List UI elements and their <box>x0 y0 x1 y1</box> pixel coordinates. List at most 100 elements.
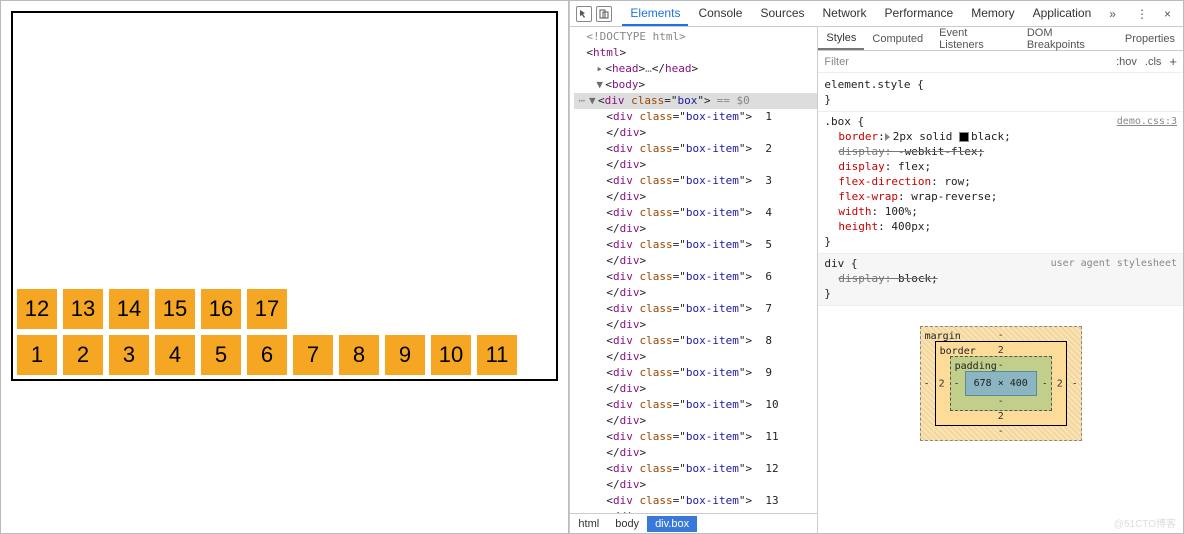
styles-tab-event-listeners[interactable]: Event Listeners <box>931 23 1019 55</box>
dom-node[interactable]: <div class="box-item"> 2 <box>574 141 817 157</box>
rule-box: demo.css:3 .box { border:2px solid black… <box>818 112 1183 254</box>
close-brace: } <box>824 234 1177 249</box>
box-item: 14 <box>109 289 149 329</box>
styles-tab-properties[interactable]: Properties <box>1117 29 1183 49</box>
prop-display-webkit[interactable]: display: -webkit-flex; <box>824 144 1177 159</box>
dom-node[interactable]: </div> <box>574 221 817 237</box>
box-item: 16 <box>201 289 241 329</box>
hov-toggle[interactable]: :hov <box>1116 56 1137 68</box>
bm-padding-bottom: - <box>998 394 1004 409</box>
box-item: 5 <box>201 335 241 375</box>
rule-user-agent: user agent stylesheet div { display: blo… <box>818 254 1183 306</box>
prop-width[interactable]: width: 100%; <box>824 204 1177 219</box>
prop-display[interactable]: display: flex; <box>824 159 1177 174</box>
dom-tree[interactable]: <!DOCTYPE html><html>▸<head>…</head>▼<bo… <box>570 27 817 513</box>
dom-node[interactable]: </div> <box>574 317 817 333</box>
dom-node[interactable]: <div class="box-item"> 4 <box>574 205 817 221</box>
box-item: 6 <box>247 335 287 375</box>
close-brace: } <box>824 286 1177 301</box>
dom-node[interactable]: <div class="box-item"> 3 <box>574 173 817 189</box>
tabs-overflow-icon[interactable]: » <box>1103 7 1122 21</box>
menu-icon[interactable]: ⋮ <box>1130 7 1154 21</box>
tab-elements[interactable]: Elements <box>622 2 688 26</box>
box-item: 17 <box>247 289 287 329</box>
close-icon[interactable]: × <box>1158 7 1177 21</box>
dom-node[interactable]: <div class="box-item"> 13 <box>574 493 817 509</box>
tab-sources[interactable]: Sources <box>752 2 812 26</box>
dom-node[interactable]: </div> <box>574 413 817 429</box>
new-rule-button[interactable]: + <box>1169 54 1177 69</box>
watermark: @51CTO博客 <box>1114 515 1176 530</box>
dom-node[interactable]: ▸<head>…</head> <box>574 61 817 77</box>
dom-node[interactable]: </div> <box>574 253 817 269</box>
styles-tab-bar: StylesComputedEvent ListenersDOM Breakpo… <box>818 27 1183 51</box>
dom-node[interactable]: <div class="box-item"> 1 <box>574 109 817 125</box>
dom-node[interactable]: <div class="box-item"> 9 <box>574 365 817 381</box>
prop-flex-wrap[interactable]: flex-wrap: wrap-reverse; <box>824 189 1177 204</box>
prop-height[interactable]: height: 400px; <box>824 219 1177 234</box>
box-item: 4 <box>155 335 195 375</box>
bm-content-size: 678 × 400 <box>965 371 1037 396</box>
dom-node[interactable]: </div> <box>574 285 817 301</box>
rule-element-style: element.style { } <box>818 75 1183 112</box>
box-item: 10 <box>431 335 471 375</box>
bm-border-bottom: 2 <box>998 409 1004 424</box>
dom-node[interactable]: <div class="box-item"> 6 <box>574 269 817 285</box>
dom-node[interactable]: <div class="box-item"> 12 <box>574 461 817 477</box>
dom-node[interactable]: </div> <box>574 189 817 205</box>
box-item: 2 <box>63 335 103 375</box>
dom-node[interactable]: </div> <box>574 349 817 365</box>
selector-element-style: element.style { <box>824 77 1177 92</box>
bm-border-left: 2 <box>939 376 945 391</box>
rule-origin-ua: user agent stylesheet <box>1051 256 1177 271</box>
crumb-body[interactable]: body <box>607 516 647 532</box>
dom-node[interactable]: <div class="box-item"> 5 <box>574 237 817 253</box>
bm-margin-bottom: - <box>998 424 1004 439</box>
styles-tab-styles[interactable]: Styles <box>818 28 864 50</box>
dom-node[interactable]: <div class="box-item"> 7 <box>574 301 817 317</box>
elements-dom-pane: <!DOCTYPE html><html>▸<head>…</head>▼<bo… <box>570 27 818 533</box>
dom-node[interactable]: ▼<body> <box>574 77 817 93</box>
bm-margin-left: - <box>924 376 930 391</box>
bm-border-right: 2 <box>1057 376 1063 391</box>
prop-flex-direction[interactable]: flex-direction: row; <box>824 174 1177 189</box>
box-item: 15 <box>155 289 195 329</box>
crumb-html[interactable]: html <box>570 516 607 532</box>
bm-padding-left: - <box>954 376 960 391</box>
prop-border[interactable]: border:2px solid black; <box>824 129 1177 144</box>
rule-origin-link[interactable]: demo.css:3 <box>1117 114 1177 129</box>
dom-node[interactable]: </div> <box>574 477 817 493</box>
dom-node[interactable]: </div> <box>574 125 817 141</box>
inspect-icon[interactable] <box>576 6 592 22</box>
dom-node[interactable]: </div> <box>574 445 817 461</box>
tab-network[interactable]: Network <box>815 2 875 26</box>
box-item: 7 <box>293 335 333 375</box>
close-brace: } <box>824 92 1177 107</box>
styles-filter-input[interactable]: Filter <box>824 56 848 68</box>
dom-node[interactable]: ⋯▼<div class="box">== $0 <box>574 93 817 109</box>
devtools: ElementsConsoleSourcesNetworkPerformance… <box>569 1 1183 533</box>
device-icon[interactable] <box>596 6 612 22</box>
color-swatch-icon[interactable] <box>959 132 969 142</box>
dom-node[interactable]: <html> <box>574 45 817 61</box>
crumb-div-box[interactable]: div.box <box>647 516 697 532</box>
styles-tab-dom-breakpoints[interactable]: DOM Breakpoints <box>1019 23 1117 55</box>
box-item: 13 <box>63 289 103 329</box>
styles-tab-computed[interactable]: Computed <box>864 29 931 49</box>
box-item: 9 <box>385 335 425 375</box>
box-item: 12 <box>17 289 57 329</box>
box-model-diagram: margin - - - - border 2 2 2 2 <box>818 306 1183 461</box>
page-preview: 1234567891011121314151617 <box>1 1 569 533</box>
dom-node[interactable]: </div> <box>574 157 817 173</box>
dom-node[interactable]: <div class="box-item"> 8 <box>574 333 817 349</box>
breadcrumb: html body div.box <box>570 513 817 533</box>
tab-console[interactable]: Console <box>690 2 750 26</box>
cls-toggle[interactable]: .cls <box>1145 56 1162 68</box>
bm-margin-right: - <box>1072 376 1078 391</box>
dom-node[interactable]: <!DOCTYPE html> <box>574 29 817 45</box>
styles-filter-row: Filter :hov .cls + <box>818 51 1183 73</box>
dom-node[interactable]: </div> <box>574 381 817 397</box>
dom-node[interactable]: <div class="box-item"> 11 <box>574 429 817 445</box>
styles-rules[interactable]: element.style { } demo.css:3 .box { bord… <box>818 73 1183 533</box>
dom-node[interactable]: <div class="box-item"> 10 <box>574 397 817 413</box>
